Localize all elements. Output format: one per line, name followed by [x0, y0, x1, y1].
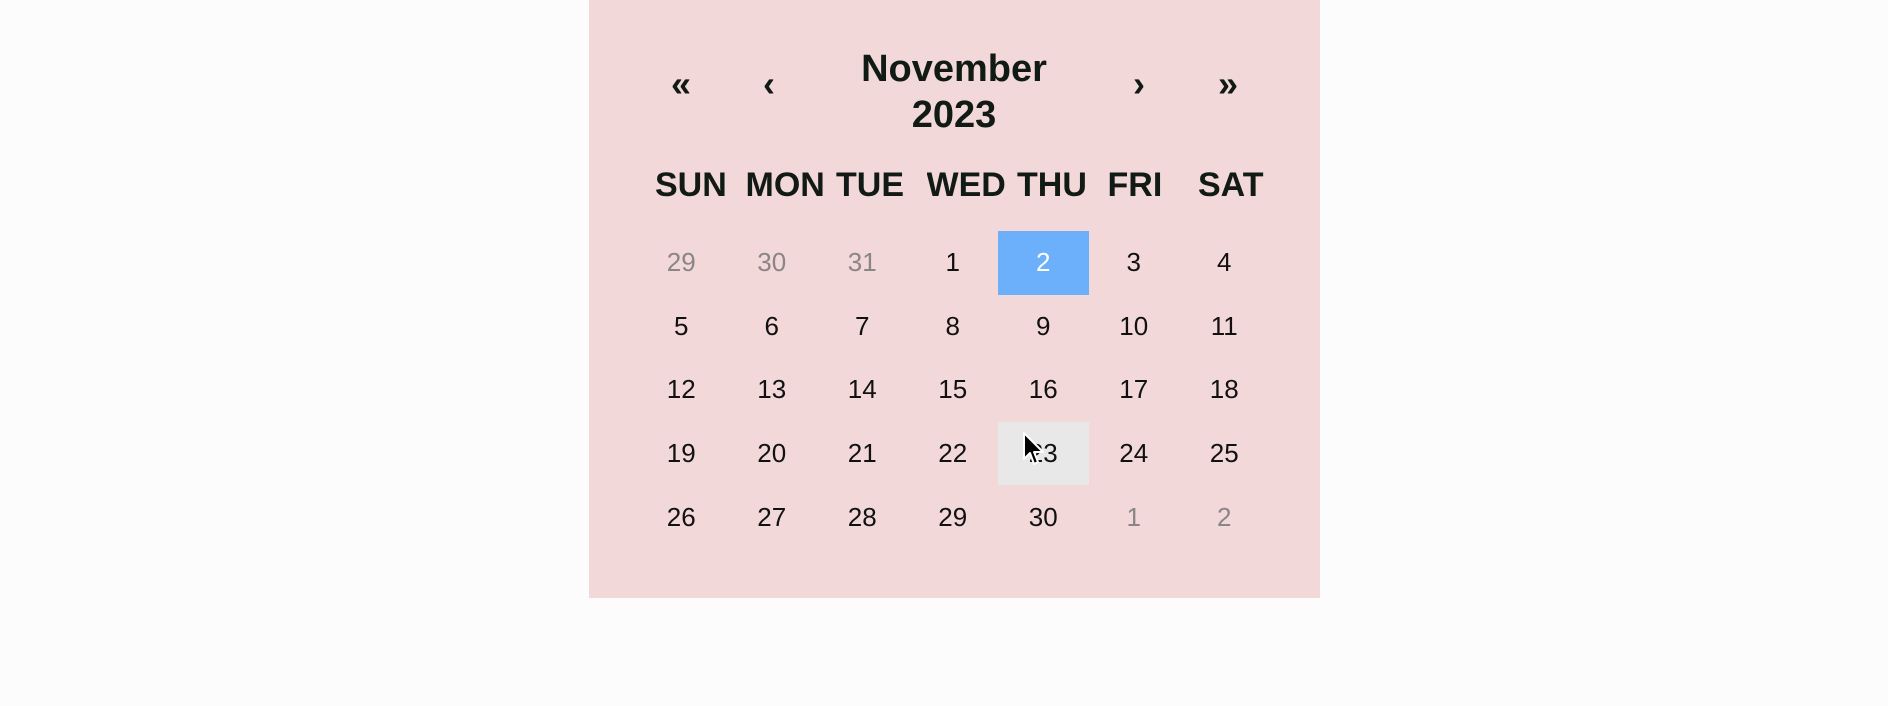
weekday-sat: SAT	[1198, 166, 1264, 204]
day-cell[interactable]: 25	[1179, 422, 1270, 486]
day-cell[interactable]: 5	[636, 295, 727, 359]
day-cell[interactable]: 19	[636, 422, 727, 486]
day-cell[interactable]: 29	[908, 485, 999, 549]
day-cell[interactable]: 12	[636, 358, 727, 422]
day-cell[interactable]: 31	[817, 231, 908, 295]
day-cell[interactable]: 1	[908, 231, 999, 295]
day-cell[interactable]: 8	[908, 295, 999, 359]
day-cell[interactable]: 30	[727, 231, 818, 295]
day-cell[interactable]: 24	[1089, 422, 1180, 486]
day-cell[interactable]: 7	[817, 295, 908, 359]
day-cell[interactable]: 3	[1089, 231, 1180, 295]
day-cell[interactable]: 21	[817, 422, 908, 486]
day-cell[interactable]: 29	[636, 231, 727, 295]
days-grid: 29 30 31 1 2 3 4 5 6 7 8 9 10 11 12 13 14 15 16 17 18 19 20 21 2…	[636, 231, 1270, 549]
day-cell[interactable]: 1	[1089, 485, 1180, 549]
day-cell[interactable]: 15	[908, 358, 999, 422]
day-cell[interactable]: 16	[998, 358, 1089, 422]
year-label: 2023	[911, 94, 997, 136]
day-cell[interactable]: 23	[998, 421, 1089, 486]
day-cell[interactable]: 18	[1179, 358, 1270, 422]
day-cell[interactable]: 26	[636, 485, 727, 549]
previous-month-button[interactable]: ‹	[739, 52, 799, 116]
next-month-button[interactable]: ›	[1109, 52, 1169, 116]
weekday-sun: SUN	[655, 166, 727, 204]
month-year-label[interactable]: November 2023	[809, 46, 1099, 138]
day-cell[interactable]: 2	[1179, 485, 1270, 549]
next-year-button[interactable]: »	[1198, 52, 1258, 116]
day-cell[interactable]: 11	[1179, 295, 1270, 359]
weekday-fri: FRI	[1107, 166, 1163, 204]
day-cell[interactable]: 20	[727, 422, 818, 486]
day-cell[interactable]: 2	[998, 231, 1089, 295]
day-cell[interactable]: 17	[1089, 358, 1180, 422]
day-cell[interactable]: 4	[1179, 231, 1270, 295]
weekday-tue: TUE	[836, 166, 904, 204]
weekday-header: SUN MON TUE WED THU FRI SAT	[655, 160, 1289, 210]
page: « ‹ November 2023 › » SUN MON TUE WED THU FRI…	[0, 0, 1888, 706]
day-cell[interactable]: 6	[727, 295, 818, 359]
day-cell[interactable]: 9	[998, 295, 1089, 359]
weekday-thu: THU	[1017, 166, 1087, 204]
previous-year-button[interactable]: «	[651, 52, 711, 116]
day-cell[interactable]: 27	[727, 485, 818, 549]
day-cell[interactable]: 28	[817, 485, 908, 549]
month-label: November	[861, 48, 1047, 90]
day-cell[interactable]: 14	[817, 358, 908, 422]
day-cell[interactable]: 10	[1089, 295, 1180, 359]
day-cell[interactable]: 22	[908, 422, 999, 486]
day-cell[interactable]: 13	[727, 358, 818, 422]
weekday-mon: MON	[745, 166, 825, 204]
weekday-wed: WED	[926, 166, 1006, 204]
day-cell[interactable]: 30	[998, 485, 1089, 549]
